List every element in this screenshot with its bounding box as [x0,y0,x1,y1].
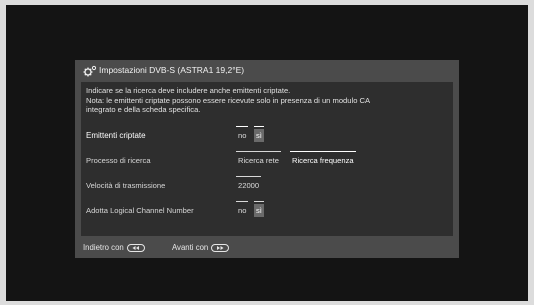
forward-label: Avanti con [172,243,209,252]
option-encrypted-yes[interactable]: sì [254,126,264,142]
description-line: Indicare se la ricerca deve includere an… [86,86,291,95]
footer-hints: Indietro con Avanti con [75,236,459,258]
option-indicator [236,126,249,127]
description-line: integrato e della scheda specifica. [86,105,201,114]
option-lcn-no[interactable]: no [236,201,249,217]
option-label: sì [256,131,262,140]
setting-label-encrypted: Emittenti criptate [86,131,146,140]
settings-dialog: Impostazioni DVB-S (ASTRA1 19,2°E) Indic… [75,60,459,258]
setting-label-lcn: Adotta Logical Channel Number [86,206,194,215]
settings-panel: Indicare se la ricerca deve includere an… [81,82,453,236]
forward-key-icon [211,243,230,252]
option-indicator [236,201,249,202]
option-label: no [238,206,247,215]
option-indicator [254,126,264,127]
option-label: Ricerca rete [238,156,279,165]
option-indicator [236,176,262,177]
symbol-rate-value[interactable]: 22000 [236,176,262,192]
forward-hint[interactable]: Avanti con [172,243,230,252]
setting-label-search-process: Processo di ricerca [86,156,151,165]
description-line: Nota: le emittenti criptate possono esse… [86,95,371,105]
option-label: no [238,131,247,140]
option-indicator [236,151,281,152]
option-label: sì [256,206,262,215]
dialog-title: Impostazioni DVB-S (ASTRA1 19,2°E) [99,65,245,75]
back-hint[interactable]: Indietro con [83,243,145,252]
option-frequency-search[interactable]: Ricerca frequenza [290,151,356,167]
option-indicator [290,151,356,152]
back-label: Indietro con [83,243,124,252]
option-label: Ricerca frequenza [292,156,354,165]
option-indicator [254,201,264,202]
option-encrypted-no[interactable]: no [236,126,249,142]
setting-label-symbol-rate: Velocità di trasmissione [86,181,166,190]
option-network-search[interactable]: Ricerca rete [236,151,281,167]
dialog-titlebar: Impostazioni DVB-S (ASTRA1 19,2°E) [75,60,459,82]
description: Indicare se la ricerca deve includere an… [86,86,448,115]
option-lcn-yes[interactable]: sì [254,201,264,217]
settings-gear-icon [83,65,97,77]
option-label: 22000 [238,181,260,190]
rewind-key-icon [126,243,145,252]
